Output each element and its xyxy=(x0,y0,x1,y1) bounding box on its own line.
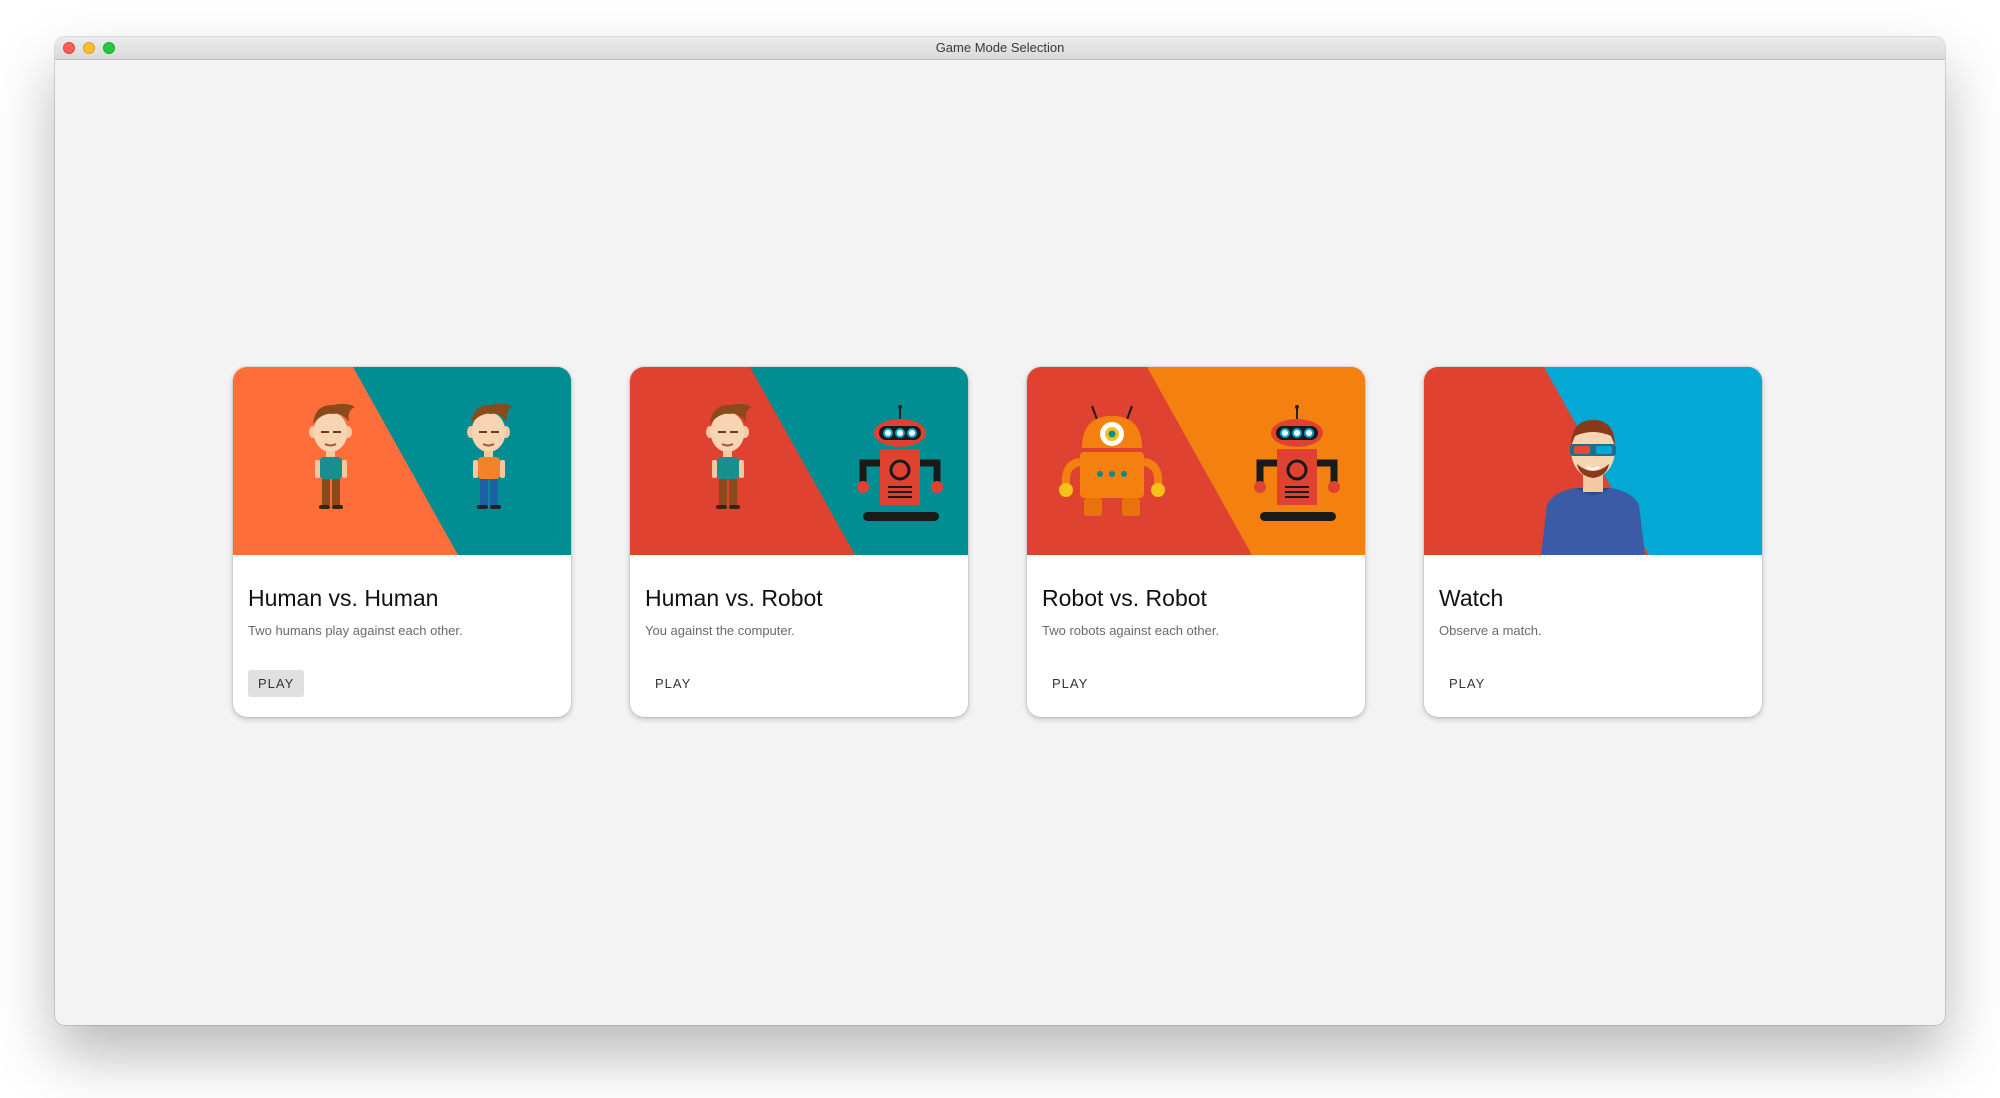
card-title: Watch xyxy=(1439,585,1504,611)
app-window: Game Mode Selection Human vs. Human Two … xyxy=(55,37,1945,1025)
card-description: You against the computer. xyxy=(645,623,795,638)
play-button[interactable]: PLAY xyxy=(1439,670,1495,697)
card-description: Two humans play against each other. xyxy=(248,623,463,638)
card-human-vs-robot: Human vs. Robot You against the computer… xyxy=(630,367,968,717)
play-button[interactable]: PLAY xyxy=(248,670,305,697)
play-button[interactable]: PLAY xyxy=(645,670,701,697)
title-bar: Game Mode Selection xyxy=(55,37,1945,60)
card-robot-vs-robot: Robot vs. Robot Two robots against each … xyxy=(1027,367,1365,717)
play-button[interactable]: PLAY xyxy=(1042,670,1098,697)
card-description: Two robots against each other. xyxy=(1042,623,1220,638)
card-media xyxy=(1027,367,1365,555)
card-title: Robot vs. Robot xyxy=(1042,585,1207,611)
card-title: Human vs. Robot xyxy=(645,585,823,611)
card-title: Human vs. Human xyxy=(248,585,439,611)
card-media xyxy=(233,367,571,555)
card-media xyxy=(1424,367,1762,555)
card-description: Observe a match. xyxy=(1439,623,1542,638)
card-watch: Watch Observe a match. PLAY xyxy=(1424,367,1762,717)
card-human-vs-human: Human vs. Human Two humans play against … xyxy=(233,367,571,717)
window-title: Game Mode Selection xyxy=(935,40,1065,55)
card-media xyxy=(630,367,968,555)
